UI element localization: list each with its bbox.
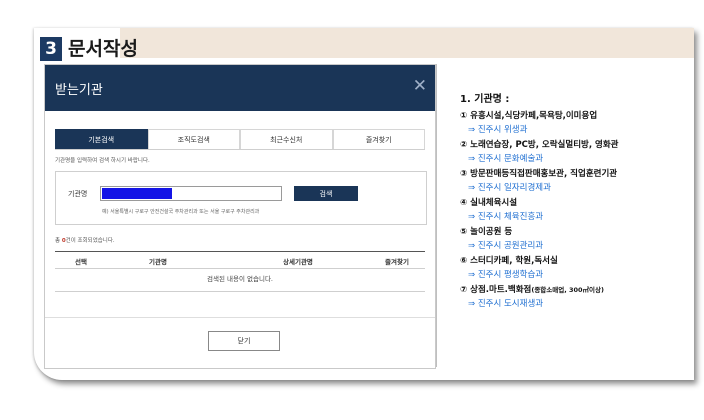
search-box: 기관명 검색 예) 서울특별시 구로구 안전건설국 주차관리과 또는 서울 구로…: [55, 171, 427, 225]
empty-message: 검색된 내용이 없습니다.: [207, 275, 273, 283]
footer-divider: [45, 317, 435, 318]
tab-basic-search[interactable]: 기본검색: [55, 129, 148, 149]
count-prefix: 총: [55, 238, 61, 244]
facility-item: ⑤ 놀이공원 등: [460, 227, 513, 237]
facility-item: ⑦ 상점.마트.백화점(종합소매업, 300㎡이상): [460, 284, 690, 297]
guide-panel: 1. 기관명 : ① 유흥시설,식당카페,목욕탕,이미용업 ⇒ 진주시 위생과 …: [460, 90, 690, 313]
dialog-title: 받는기관: [55, 83, 103, 98]
result-count: 총 0건이 조회되었습니다.: [55, 236, 115, 244]
col-select: 선택: [75, 258, 87, 266]
step-number-badge: 3: [40, 37, 62, 61]
facility-item-label: ⑦ 상점.마트.백화점: [460, 285, 532, 295]
input-redaction: [102, 188, 172, 199]
org-name-input[interactable]: [100, 186, 282, 201]
search-hint: 기관명을 입력하여 검색 하시기 바랍니다.: [55, 158, 150, 164]
department-link: ⇒ 진주시 공원관리과: [468, 241, 544, 251]
step-title: 문서작성: [68, 38, 138, 60]
recipient-dialog: 받는기관 ✕ 기본검색 조직도검색 최근수신처 즐겨찾기 기관명을 입력하여 검…: [44, 64, 436, 369]
department-link: ⇒ 진주시 체육진흥과: [468, 212, 544, 222]
col-org-name: 기관명: [149, 258, 167, 266]
facility-item: ② 노래연습장, PC방, 오락실멀티방, 영화관: [460, 140, 619, 150]
dialog-header: 받는기관 ✕: [45, 65, 435, 111]
col-favorite: 즐겨찾기: [385, 258, 409, 266]
col-org-detail: 상세기관명: [283, 258, 313, 266]
results-table-header: 선택 기관명 상세기관명 즐겨찾기: [55, 251, 425, 269]
search-tabs: 기본검색 조직도검색 최근수신처 즐겨찾기: [55, 129, 425, 150]
facility-item: ① 유흥시설,식당카페,목욕탕,이미용업: [460, 111, 598, 121]
vertical-divider: [436, 64, 437, 367]
tab-recent-recipients[interactable]: 최근수신처: [240, 129, 333, 149]
department-link: ⇒ 진주시 평생학습과: [468, 270, 544, 280]
facility-item: ⑥ 스터디카페, 학원,독서실: [460, 256, 558, 266]
tab-org-chart-search[interactable]: 조직도검색: [147, 129, 240, 149]
facility-item: ④ 실내체육시설: [460, 198, 518, 208]
count-suffix: 건이 조회되었습니다.: [65, 238, 115, 244]
department-link: ⇒ 진주시 일자리경제과: [468, 183, 551, 193]
search-example: 예) 서울특별시 구로구 안전건설국 주차관리과 또는 서울 구로구 주차관리과: [102, 209, 260, 215]
facility-item: ③ 방문판매등직접판매홍보관, 직업훈련기관: [460, 169, 618, 179]
table-bottom-line: [55, 291, 425, 292]
search-label: 기관명: [68, 190, 88, 198]
header-band: [120, 28, 694, 58]
department-link: ⇒ 진주시 위생과: [468, 125, 528, 135]
close-icon[interactable]: ✕: [413, 76, 427, 96]
search-button[interactable]: 검색: [294, 186, 358, 201]
facility-item-note: (종합소매업, 300㎡이상): [531, 286, 604, 294]
department-link: ⇒ 진주시 도시재생과: [468, 299, 544, 309]
tab-favorites[interactable]: 즐겨찾기: [332, 129, 425, 149]
close-button[interactable]: 닫기: [208, 331, 280, 351]
department-link: ⇒ 진주시 문화예술과: [468, 154, 544, 164]
guide-title: 1. 기관명 :: [460, 94, 510, 105]
